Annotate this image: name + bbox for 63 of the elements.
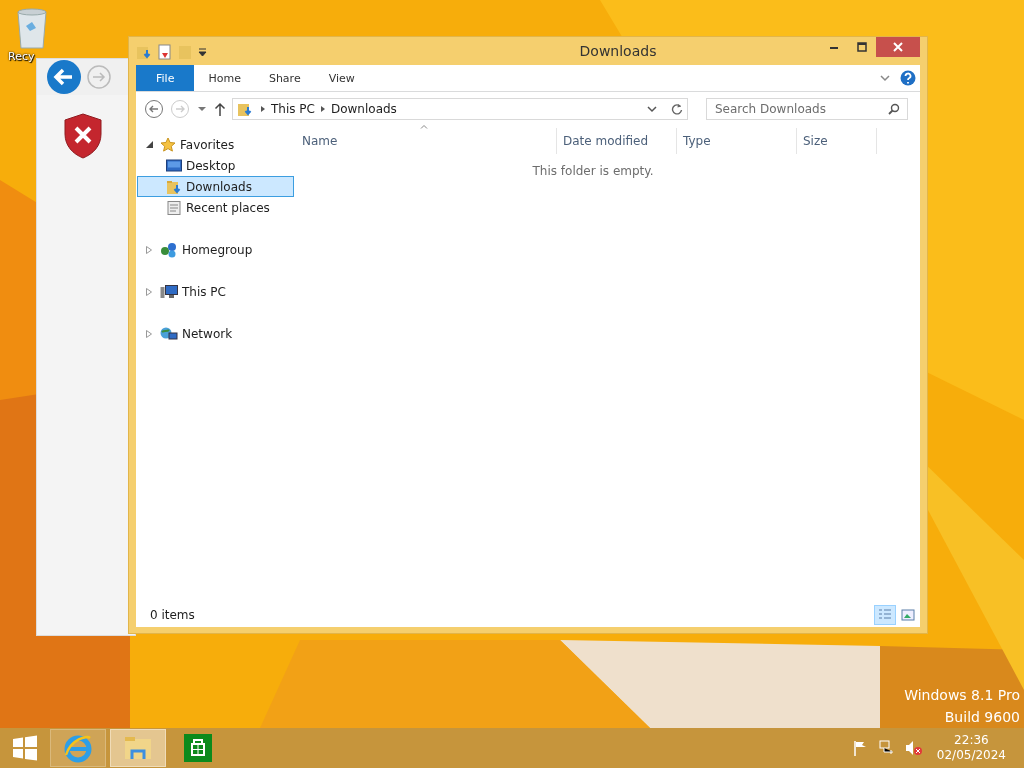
image-icon: [901, 609, 915, 621]
maximize-icon: [857, 42, 867, 52]
watermark-text: Windows 8.1 Pro: [904, 686, 1020, 705]
breadcrumb-item[interactable]: Downloads: [326, 102, 401, 116]
shopping-bag-icon: [183, 733, 213, 763]
nav-item[interactable]: Downloads: [137, 176, 294, 197]
homegroup-icon: [160, 241, 178, 258]
document-icon: [166, 199, 182, 216]
nav-item[interactable]: Recent places: [137, 197, 294, 218]
taskbar-app-button[interactable]: [110, 729, 166, 767]
clock-date: 02/05/2024: [936, 748, 1006, 763]
empty-folder-message: This folder is empty.: [532, 164, 654, 178]
window-title: Downloads: [578, 43, 658, 59]
chevron-down-icon[interactable]: [880, 74, 890, 82]
file-menu-button[interactable]: File: [136, 65, 195, 91]
shield-error-icon: [63, 113, 103, 159]
folder-icon: [123, 735, 153, 761]
ie-icon: [63, 733, 93, 763]
nav-item[interactable]: Network: [182, 326, 233, 341]
back-button[interactable]: [144, 99, 164, 119]
computer-icon: [160, 283, 178, 300]
collapse-arrow-icon[interactable]: [146, 141, 156, 148]
item-count: 0 items: [150, 608, 196, 622]
muted-speaker-icon[interactable]: [904, 740, 923, 756]
nav-item[interactable]: This PC: [182, 284, 226, 299]
chevron-right-icon[interactable]: [259, 105, 267, 113]
nav-item[interactable]: Favorites: [180, 137, 235, 152]
chevron-down-icon[interactable]: [647, 105, 657, 113]
search-icon: [888, 103, 900, 115]
column-header[interactable]: Name: [296, 128, 557, 154]
clock-time: 22:36: [954, 733, 989, 748]
desktop-icon: [166, 158, 182, 173]
ribbon-tab[interactable]: View: [314, 65, 369, 91]
dropdown-icon[interactable]: [196, 105, 208, 113]
address-bar[interactable]: This PC Downloads: [232, 98, 688, 120]
network-icon: [160, 325, 178, 342]
watermark-text: Build 9600: [944, 708, 1020, 727]
icon-label: Recy: [8, 50, 35, 63]
close-icon: [893, 42, 903, 52]
ribbon-tab[interactable]: Home: [194, 65, 255, 91]
windows-logo-icon[interactable]: [12, 735, 38, 761]
chevron-right-icon[interactable]: [318, 105, 327, 113]
column-header[interactable]: Date modified: [557, 128, 677, 154]
close-button[interactable]: [876, 37, 920, 57]
folder-icon[interactable]: [136, 44, 152, 60]
refresh-icon[interactable]: [671, 103, 683, 115]
help-icon[interactable]: [900, 70, 916, 86]
nav-item[interactable]: Homegroup: [182, 242, 253, 257]
recycle-bin-icon[interactable]: [14, 6, 50, 50]
search-field[interactable]: Search Downloads: [706, 98, 908, 120]
star-icon: [160, 136, 176, 153]
folder-icon: [237, 101, 253, 117]
ribbon-tab[interactable]: Share: [254, 65, 315, 91]
network-icon[interactable]: [878, 740, 895, 756]
column-header[interactable]: Type: [677, 128, 797, 154]
breadcrumb-item[interactable]: This PC: [267, 102, 319, 116]
details-list-icon: [878, 608, 892, 622]
dropdown-icon[interactable]: [198, 47, 207, 57]
up-arrow-icon[interactable]: [214, 102, 226, 116]
column-header[interactable]: Size: [797, 128, 877, 154]
properties-icon[interactable]: [158, 44, 172, 60]
folder-icon: [166, 178, 182, 195]
nav-item[interactable]: Desktop: [137, 155, 294, 176]
